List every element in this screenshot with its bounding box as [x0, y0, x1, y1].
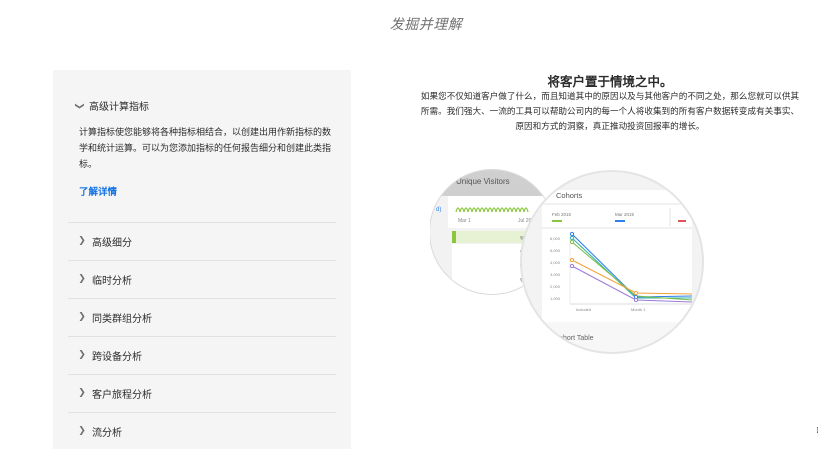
y-tick: 1,000 [550, 296, 561, 301]
cohorts-title: Cohorts [556, 191, 583, 200]
scroll-edge-mark: ⁞ [816, 426, 819, 436]
data-point [569, 263, 575, 269]
x-tick: Included [576, 307, 591, 312]
chevron-right-icon: ❯ [78, 312, 86, 322]
learn-more-link[interactable]: 了解详情 [79, 184, 117, 198]
accordion-item-ad-hoc-analysis[interactable]: ❯ 临时分析 [68, 260, 336, 297]
accordion-item-cross-device-analysis[interactable]: ❯ 跨设备分析 [68, 336, 336, 373]
y-tick: 5,000 [550, 248, 561, 253]
accordion-item-advanced-segmentation[interactable]: ❯ 高级细分 [68, 222, 336, 259]
y-tick: 6,000 [550, 236, 561, 241]
chevron-down-icon: ❯ [74, 101, 84, 110]
accordion-description: 计算指标使您能够将各种指标相结合，以创建出用作新指标的数学和统计运算。可以为您添… [79, 128, 332, 170]
chevron-right-icon: ❯ [78, 350, 86, 360]
data-point [633, 297, 639, 303]
cohorts-card: Cohorts Feb 2015 Mar 2015 6,000 5,000 4,… [520, 170, 704, 354]
data-point [633, 290, 639, 296]
accordion-label: 客户旅程分析 [92, 389, 152, 401]
chevron-right-icon: ❯ [78, 426, 86, 436]
data-point [569, 257, 575, 263]
chevron-right-icon: ❯ [78, 388, 86, 398]
data-point [569, 231, 575, 237]
section-title: 发掘并理解 [389, 17, 463, 33]
analytics-illustration: Unique Visitors d) Mar 1 Jul 26 % % % % … [430, 169, 704, 354]
back-x-label: Mar 1 [458, 218, 471, 224]
accordion-label: 高级计算指标 [89, 102, 149, 113]
data-point [569, 239, 575, 245]
accordion-item-flow-analysis[interactable]: ❯ 流分析 [68, 412, 336, 449]
y-tick: 3,000 [550, 272, 561, 277]
accordion-label: 临时分析 [92, 275, 132, 287]
chevron-right-icon: ❯ [78, 274, 86, 284]
features-accordion: ❯ 高级计算指标 计算指标使您能够将各种指标相结合，以创建出用作新指标的数学和统… [53, 70, 351, 449]
feature-description: 如果您不仅知道客户做了什么，而且知道其中的原因以及与其他客户的不同之处，那么您就… [420, 92, 800, 132]
accordion-item-customer-journey-analysis[interactable]: ❯ 客户旅程分析 [68, 374, 336, 411]
cohort-date: Feb 2015 [552, 212, 572, 217]
chevron-right-icon: ❯ [78, 236, 86, 246]
accordion-label: 同类群组分析 [92, 313, 152, 325]
data-point [569, 235, 575, 241]
x-tick: Month 1 [631, 307, 646, 312]
unique-visitors-title: Unique Visitors [456, 177, 510, 186]
accordion-header-calculated-metrics[interactable]: ❯ 高级计算指标 [73, 98, 149, 113]
y-tick: 2,000 [550, 284, 561, 289]
y-tick: 4,000 [550, 260, 561, 265]
back-bar [452, 231, 526, 243]
back-left-label: d) [436, 207, 441, 213]
feature-title: 将客户置于情境之中。 [547, 74, 673, 89]
accordion-item-cohort-analysis[interactable]: ❯ 同类群组分析 [68, 298, 336, 335]
accordion-label: 跨设备分析 [92, 351, 142, 363]
accordion-label: 高级细分 [92, 237, 132, 249]
pct-label: % [520, 292, 525, 298]
accordion-label: 流分析 [92, 427, 122, 439]
cohort-date: Mar 2015 [615, 212, 635, 217]
